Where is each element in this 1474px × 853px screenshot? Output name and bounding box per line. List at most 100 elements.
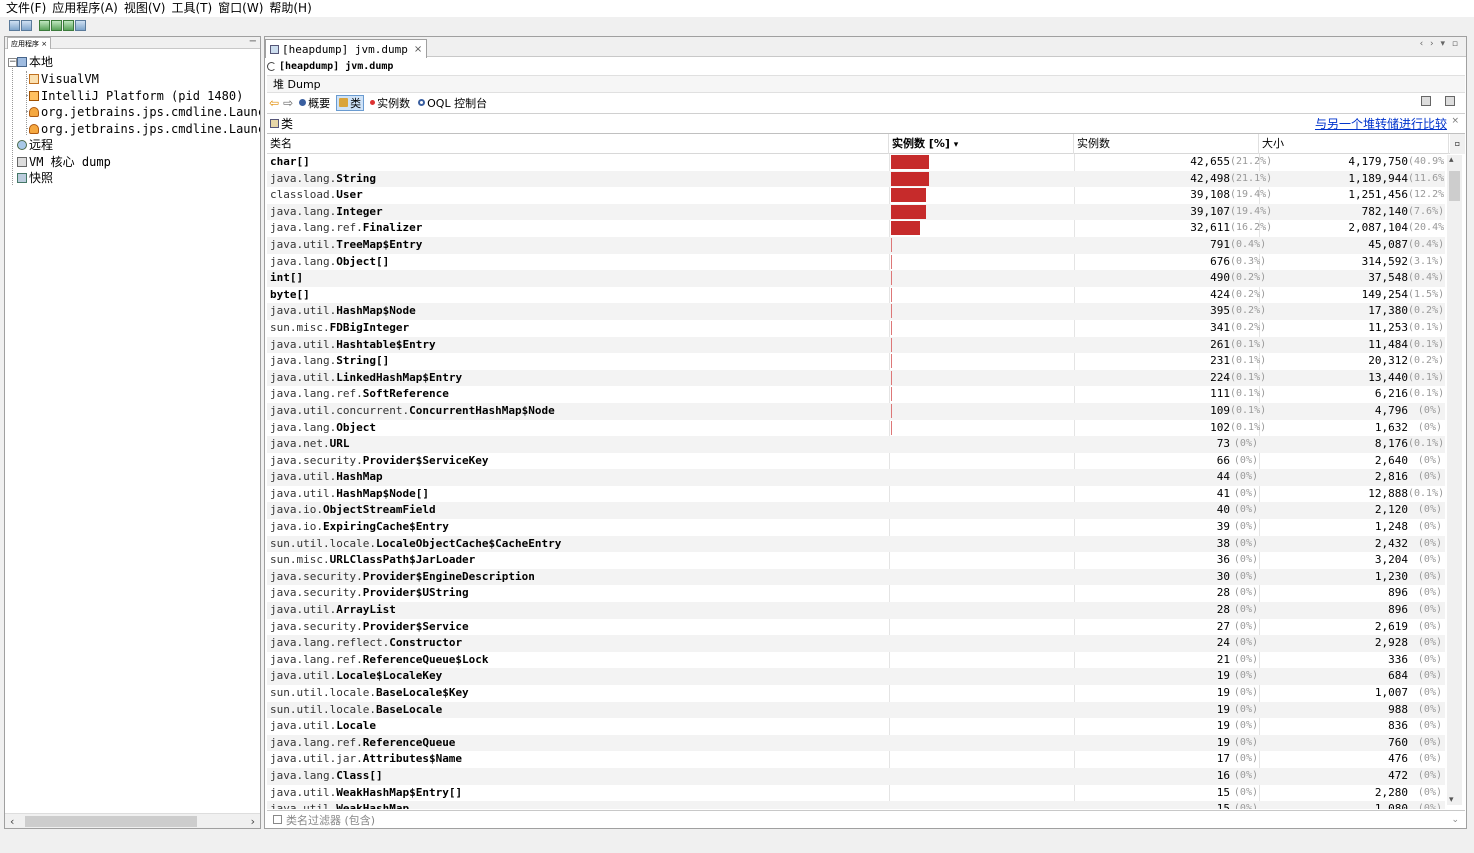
refresh-icon[interactable] (267, 62, 276, 71)
tab-navigation-icon[interactable]: ‹ › ▾ ▫ (1420, 39, 1460, 49)
menu-item-2[interactable]: 视图(V) (121, 0, 169, 17)
class-filter-input[interactable]: 类名过滤器 (包含) (286, 812, 375, 828)
size-cell: 6,216 (1374, 387, 1408, 401)
table-row[interactable]: int[] 490 (0.2%) 37,548 (0.4%) (267, 270, 1445, 287)
table-row[interactable]: java.util.TreeMap$Entry 791 (0.4%) 45,087 (0… (267, 236, 1445, 254)
compare-heapdump-link[interactable]: 与另一个堆转储进行比较 (1315, 115, 1447, 132)
table-row[interactable]: java.util.jar.Attributes$Name 17 (0%) 476 (0… (267, 751, 1445, 768)
tree-node-local[interactable]: 本地 (17, 54, 53, 70)
export-icon[interactable] (1445, 96, 1455, 106)
table-row[interactable]: java.lang.ref.ReferenceQueue 19 (0%) 760 (0%… (267, 734, 1445, 752)
tree-node-visualvm[interactable]: VisualVM (29, 71, 99, 87)
table-row[interactable]: java.util.HashMap$Node[] 41 (0%) 12,888 (0.1… (267, 486, 1445, 503)
table-row[interactable]: sun.util.locale.BaseLocale 19 (0%) 988 (0%) (267, 701, 1445, 719)
class-simple-name: ArrayList (336, 603, 396, 617)
left-horizontal-scrollbar[interactable]: ‹ › (5, 813, 260, 828)
add-snapshot-icon[interactable] (75, 19, 86, 31)
table-row[interactable]: java.util.ArrayList 28 (0%) 896 (0%) (267, 602, 1445, 619)
back-arrow-icon[interactable]: ⇦ (269, 97, 279, 109)
table-row[interactable]: java.util.concurrent.ConcurrentHashMap$N… (267, 402, 1445, 420)
column-class-name[interactable]: 类名 (267, 134, 889, 154)
table-row[interactable]: java.lang.Integer 39,107 (19.4%) 782,140 (7.… (267, 203, 1445, 221)
table-vertical-scrollbar[interactable]: ▴ ▾ (1447, 155, 1462, 805)
tree-node-remote[interactable]: 远程 (17, 137, 53, 153)
close-icon[interactable]: × (41, 40, 47, 48)
table-row[interactable]: java.util.WeakHashMap 15 (0%) 1,080 (0%) (267, 801, 1445, 809)
menu-item-1[interactable]: 应用程序(A) (49, 0, 121, 17)
table-row[interactable]: byte[] 424 (0.2%) 149,254 (1.5%) (267, 287, 1445, 304)
table-row[interactable]: java.net.URL 73 (0%) 8,176 (0.1%) (267, 436, 1445, 453)
view-instances-button[interactable]: 实例数 (368, 95, 412, 111)
scroll-down-icon[interactable]: ▾ (1449, 795, 1454, 805)
instance-count-percent: (0%) (1233, 670, 1258, 682)
filter-dropdown-icon[interactable]: ⌄ (1451, 815, 1459, 825)
scroll-thumb[interactable] (1449, 171, 1460, 201)
size-cell: 896 (1388, 586, 1408, 600)
open-file-icon[interactable] (9, 19, 20, 31)
table-row[interactable]: classload.User 39,108 (19.4%) 1,251,456 (12.… (267, 187, 1445, 204)
table-row[interactable]: java.lang.Object[] 676 (0.3%) 314,592 (3.1%) (267, 254, 1445, 271)
close-icon[interactable]: × (414, 44, 422, 55)
menu-item-5[interactable]: 帮助(H) (266, 0, 314, 17)
table-row[interactable]: java.util.Hashtable$Entry 261 (0.1%) 11,484… (267, 336, 1445, 354)
add-core-dump-icon[interactable] (63, 19, 74, 31)
table-row[interactable]: java.io.ObjectStreamField 40 (0%) 2,120 (0%) (267, 502, 1445, 520)
save-icon[interactable] (21, 19, 32, 31)
tree-node-snapshots[interactable]: 快照 (17, 170, 53, 186)
forward-arrow-icon[interactable]: ⇨ (283, 97, 293, 109)
column-chooser-icon[interactable]: ▫ (1450, 134, 1465, 154)
add-jmx-icon[interactable] (39, 19, 50, 31)
table-row[interactable]: java.util.Locale 19 (0%) 836 (0%) (267, 718, 1445, 735)
table-row[interactable]: sun.util.locale.BaseLocale$Key 19 (0%) 1,00… (267, 685, 1445, 702)
table-row[interactable]: java.security.Provider$UString 28 (0%) 896(… (267, 585, 1445, 602)
tree-node-launcher-2[interactable]: org.jetbrains.jps.cmdline.Launcher (29, 121, 260, 137)
view-classes-button[interactable]: 类 (336, 94, 365, 111)
scroll-right-icon[interactable]: › (251, 814, 255, 829)
tree-node-core-dump[interactable]: VM 核心 dump (17, 154, 111, 170)
table-row[interactable]: sun.misc.FDBigInteger 341 (0.2%) 11,253 (0.1… (267, 320, 1445, 337)
table-row[interactable]: java.util.HashMap 44 (0%) 2,816 (0%) (267, 469, 1445, 486)
filter-icon[interactable] (273, 815, 282, 824)
table-row[interactable]: java.lang.ref.ReferenceQueue$Lock 21 (0%) 3… (267, 652, 1445, 669)
tree-node-launcher-1[interactable]: org.jetbrains.jps.cmdline.Launcher (29, 104, 260, 120)
menu-item-0[interactable]: 文件(F) (0, 0, 49, 17)
table-row[interactable]: java.lang.ref.SoftReference 111 (0.1%) 6,21… (267, 386, 1445, 403)
tree-node-intellij[interactable]: IntelliJ Platform (pid 1480) (29, 88, 243, 104)
class-filter-bar[interactable]: 类名过滤器 (包含) ⌄ (267, 810, 1465, 828)
table-row[interactable]: java.util.WeakHashMap$Entry[] 15 (0%) 2,280… (267, 785, 1445, 802)
view-oql-button[interactable]: OQL 控制台 (416, 95, 489, 111)
column-instance-percent[interactable]: 实例数 [%] ▾ (889, 134, 1074, 154)
table-row[interactable]: java.lang.String 42,498 (21.1%) 1,189,944 (1… (267, 170, 1445, 188)
table-row[interactable]: java.io.ExpiringCache$Entry 39 (0%) 1,248 (0… (267, 519, 1445, 536)
table-row[interactable]: java.security.Provider$EngineDescription… (267, 568, 1445, 586)
column-instance-count[interactable]: 实例数 (1074, 134, 1259, 154)
add-remote-host-icon[interactable] (51, 19, 62, 31)
table-row[interactable]: java.lang.Class[] 16 (0%) 472 (0%) (267, 767, 1445, 785)
column-size[interactable]: 大小 (1259, 134, 1449, 154)
table-row[interactable]: java.lang.reflect.Constructor 24 (0%) 2,928… (267, 635, 1445, 652)
table-row[interactable]: java.lang.String[] 231 (0.1%) 20,312 (0.2%) (267, 353, 1445, 370)
table-row[interactable]: sun.misc.URLClassPath$JarLoader 36 (0%) 3,2… (267, 552, 1445, 569)
menu-item-4[interactable]: 窗口(W) (215, 0, 266, 17)
table-row[interactable]: char[] 42,655(21.2%) 4,179,750(40.9%) (267, 154, 1445, 171)
table-row[interactable]: java.util.HashMap$Node 395 (0.2%) 17,380 (0.… (267, 303, 1445, 320)
table-row[interactable]: java.util.LinkedHashMap$Entry 224 (0.1%) 13… (267, 369, 1445, 387)
close-icon[interactable]: × (1451, 116, 1459, 126)
table-row[interactable]: java.lang.ref.Finalizer 32,611 (16.2%) 2,08… (267, 220, 1445, 237)
table-row[interactable]: java.security.Provider$Service 27 (0%) 2,61… (267, 619, 1445, 636)
menu-item-3[interactable]: 工具(T) (168, 0, 215, 17)
table-row[interactable]: sun.util.locale.LocaleObjectCache$CacheE… (267, 535, 1445, 553)
save-heapdump-icon[interactable] (1421, 96, 1431, 106)
table-row[interactable]: java.util.Locale$LocaleKey 19 (0%) 684 (0%) (267, 668, 1445, 685)
collapse-local-icon[interactable]: − (8, 58, 17, 67)
minimize-icon[interactable]: − (249, 37, 257, 47)
table-row[interactable]: java.security.Provider$ServiceKey 66 (0%) 2… (267, 453, 1445, 470)
instance-percent-bar (891, 171, 929, 186)
tab-heapdump[interactable]: [heapdump] jvm.dump × (265, 39, 428, 58)
table-row[interactable]: java.lang.Object 102 (0.1%) 1,632 (0%) (267, 420, 1445, 437)
scroll-left-icon[interactable]: ‹ (10, 814, 14, 829)
scroll-thumb[interactable] (25, 816, 197, 827)
tab-applications[interactable]: 应用程序 × (7, 37, 52, 49)
scroll-up-icon[interactable]: ▴ (1449, 155, 1454, 165)
view-summary-button[interactable]: 概要 (297, 95, 332, 111)
